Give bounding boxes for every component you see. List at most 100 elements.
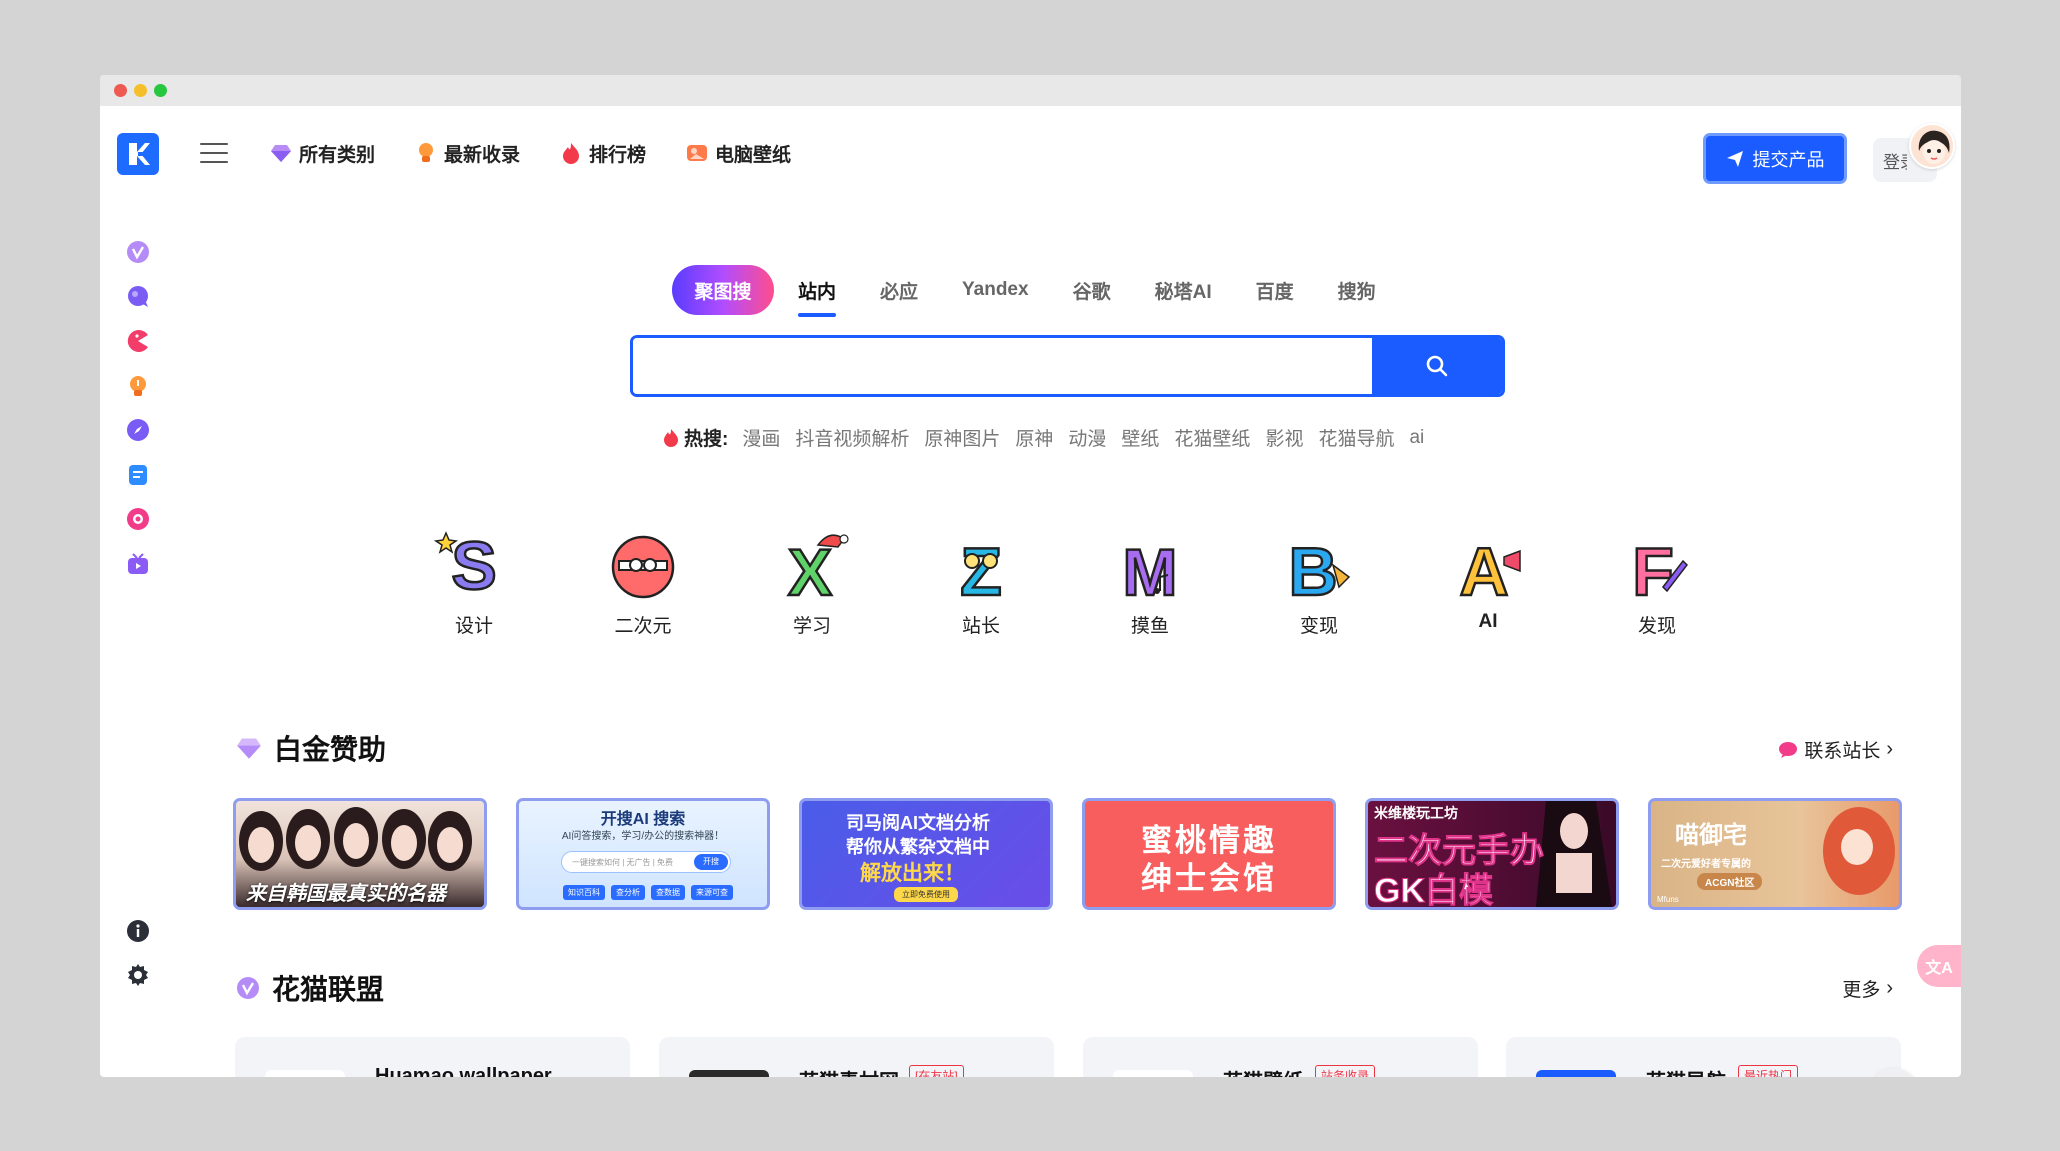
sponsor-banner-1[interactable]: 来自韩国最真实的名器 [233,798,487,910]
letter-m-icon: M [1121,534,1178,605]
close-window-button[interactable] [114,84,127,97]
alliance-card[interactable]: 花猫壁纸 站务收录 [1083,1037,1478,1077]
alliance-title-text: 花猫联盟 [272,974,385,1005]
category-label: 二次元 [614,616,672,637]
minimize-window-button[interactable] [134,84,147,97]
banner-6-line2: 二次元爱好者专属的 [1661,859,1751,870]
hot-keyword[interactable]: 漫画 [742,424,780,451]
nav-latest-label: 最新收录 [444,144,521,166]
banner-5-line2: GK白模 [1374,872,1494,910]
tab-brand-jutusou[interactable]: 聚图搜 [672,265,774,315]
site-logo[interactable] [117,133,159,175]
user-avatar[interactable] [1909,123,1955,169]
maximize-window-button[interactable] [154,84,167,97]
alliance-card[interactable]: Huamao wallpaper [235,1037,630,1077]
banner-6-line3: ACGN社区 [1697,873,1763,890]
category-ai[interactable]: A AI [1433,525,1543,633]
translate-float-button[interactable]: 文A [1917,945,1961,987]
search-button[interactable] [1372,338,1502,394]
banner-3-line2: 帮你从繁杂文档中 [846,837,990,857]
card-title: 花猫素材网 [799,1065,899,1077]
hot-keyword[interactable]: 原神图片 [924,424,1000,451]
tab-sogou[interactable]: 搜狗 [1338,265,1376,315]
category-label: 变现 [1299,616,1338,637]
hot-searches: 热搜: 漫画 抖音视频解析 原神图片 原神 动漫 壁纸 花猫壁纸 影视 花猫导航… [662,424,1439,451]
nav-latest[interactable]: 最新收录 [415,134,520,172]
banner-2-button: 开搜 [694,854,728,870]
hot-keyword[interactable]: 动漫 [1068,424,1106,451]
category-study[interactable]: X 学习 [757,525,867,638]
category-slacking[interactable]: M 摸鱼 [1095,525,1205,638]
category-webmaster[interactable]: Z 站长 [926,525,1036,638]
hot-keyword[interactable]: 原神 [1015,424,1053,451]
chevron-right-icon: › [1886,977,1893,999]
alliance-card[interactable]: 花猫素材网 [在友站] [659,1037,1054,1077]
document-icon[interactable] [126,463,150,487]
nav-wallpaper[interactable]: 电脑壁纸 [686,134,791,172]
sponsor-banner-3[interactable]: 司马阅AI文档分析 帮你从繁杂文档中 解放出来！ 立即免费使用 [799,798,1053,910]
submit-product-label: 提交产品 [1752,149,1825,170]
hot-keyword[interactable]: 壁纸 [1121,424,1159,451]
nav-all-categories[interactable]: 所有类别 [270,134,375,172]
tab-metaso-ai[interactable]: 秘塔AI [1155,265,1212,315]
window-titlebar [100,75,1961,106]
pacman-icon[interactable] [126,329,150,353]
banner-3-cta: 立即免费使用 [894,887,958,902]
contact-webmaster-link[interactable]: 联系站长 › [1778,736,1893,763]
wallpaper-icon [686,142,708,164]
category-anime[interactable]: 二次元 [588,525,698,638]
banner-6-corner: Mfuns [1657,895,1679,904]
hot-keyword[interactable]: 抖音视频解析 [795,424,909,451]
banner-2-chip: 查分析 [611,885,645,900]
main-nav: 所有类别 最新收录 排行榜 电脑壁纸 [270,134,791,172]
alliance-card[interactable]: 花猫导航 最近热门 [1506,1037,1901,1077]
tab-yandex[interactable]: Yandex [962,265,1029,315]
hot-keyword[interactable]: 花猫导航 [1318,424,1394,451]
letter-f-icon: F [1631,533,1688,605]
svg-text:M: M [1123,535,1178,605]
settings-icon[interactable] [126,963,150,987]
alliance-more-label: 更多 [1842,980,1881,1001]
logo-k-icon [129,143,150,165]
donut-icon[interactable] [126,507,150,531]
nav-wallpaper-label: 电脑壁纸 [715,144,792,166]
compass-icon[interactable] [126,418,150,442]
hot-keyword[interactable]: 花猫壁纸 [1174,424,1250,451]
sponsor-banner-5[interactable]: 米维楼玩工坊 二次元手办 GK白模 [1365,798,1619,910]
search-input[interactable] [633,338,1372,394]
banner-2-chip: 查数据 [651,885,685,900]
hot-keyword[interactable]: 影视 [1265,424,1303,451]
category-monetize[interactable]: B 变现 [1264,525,1374,638]
category-design[interactable]: S 设计 [419,525,529,638]
tab-baidu[interactable]: 百度 [1256,265,1294,315]
alliance-more-link[interactable]: 更多 › [1842,975,1893,1002]
tab-site[interactable]: 站内 [798,265,837,317]
category-label: 站长 [961,616,1000,637]
banner-2-chips: 知识百科 查分析 查数据 来源可查 [563,885,733,900]
svg-text:B: B [1288,534,1337,605]
hot-searches-label: 热搜: [684,429,729,450]
banner-2-search: 一键搜索如何 | 无广告 | 免费 开搜 [561,851,731,873]
verified-icon[interactable] [126,240,150,264]
chat-bubble-icon [1779,741,1798,758]
tab-google[interactable]: 谷歌 [1073,265,1111,315]
banner-2-chip: 来源可查 [691,885,733,900]
info-icon[interactable] [126,919,150,943]
banner-3-line3: 解放出来！ [860,862,965,885]
banner-6-figure [1823,807,1895,895]
submit-product-button[interactable]: 提交产品 [1703,133,1847,184]
sponsor-banner-6[interactable]: 喵御宅 二次元爱好者专属的 ACGN社区 Mfuns [1648,798,1902,910]
svg-text:A: A [1459,534,1508,605]
category-discover[interactable]: F 发现 [1602,525,1712,638]
tv-icon[interactable] [126,552,150,576]
sponsor-banner-2[interactable]: 开搜AI 搜索 AI问答搜索，学习/办公的搜索神器！ 一键搜索如何 | 无广告 … [516,798,770,910]
nav-ranking[interactable]: 排行榜 [560,134,646,172]
sponsors-title-text: 白金赞助 [274,734,387,765]
hamburger-menu-button[interactable] [200,140,228,166]
tab-bing[interactable]: 必应 [880,265,918,315]
card-title: 花猫导航 [1646,1065,1726,1077]
chat-icon[interactable] [126,285,150,309]
hot-keyword[interactable]: ai [1409,427,1424,449]
lightbulb-sidebar-icon[interactable] [126,374,150,398]
sponsor-banner-4[interactable]: 蜜桃情趣 绅士会馆 [1082,798,1336,910]
